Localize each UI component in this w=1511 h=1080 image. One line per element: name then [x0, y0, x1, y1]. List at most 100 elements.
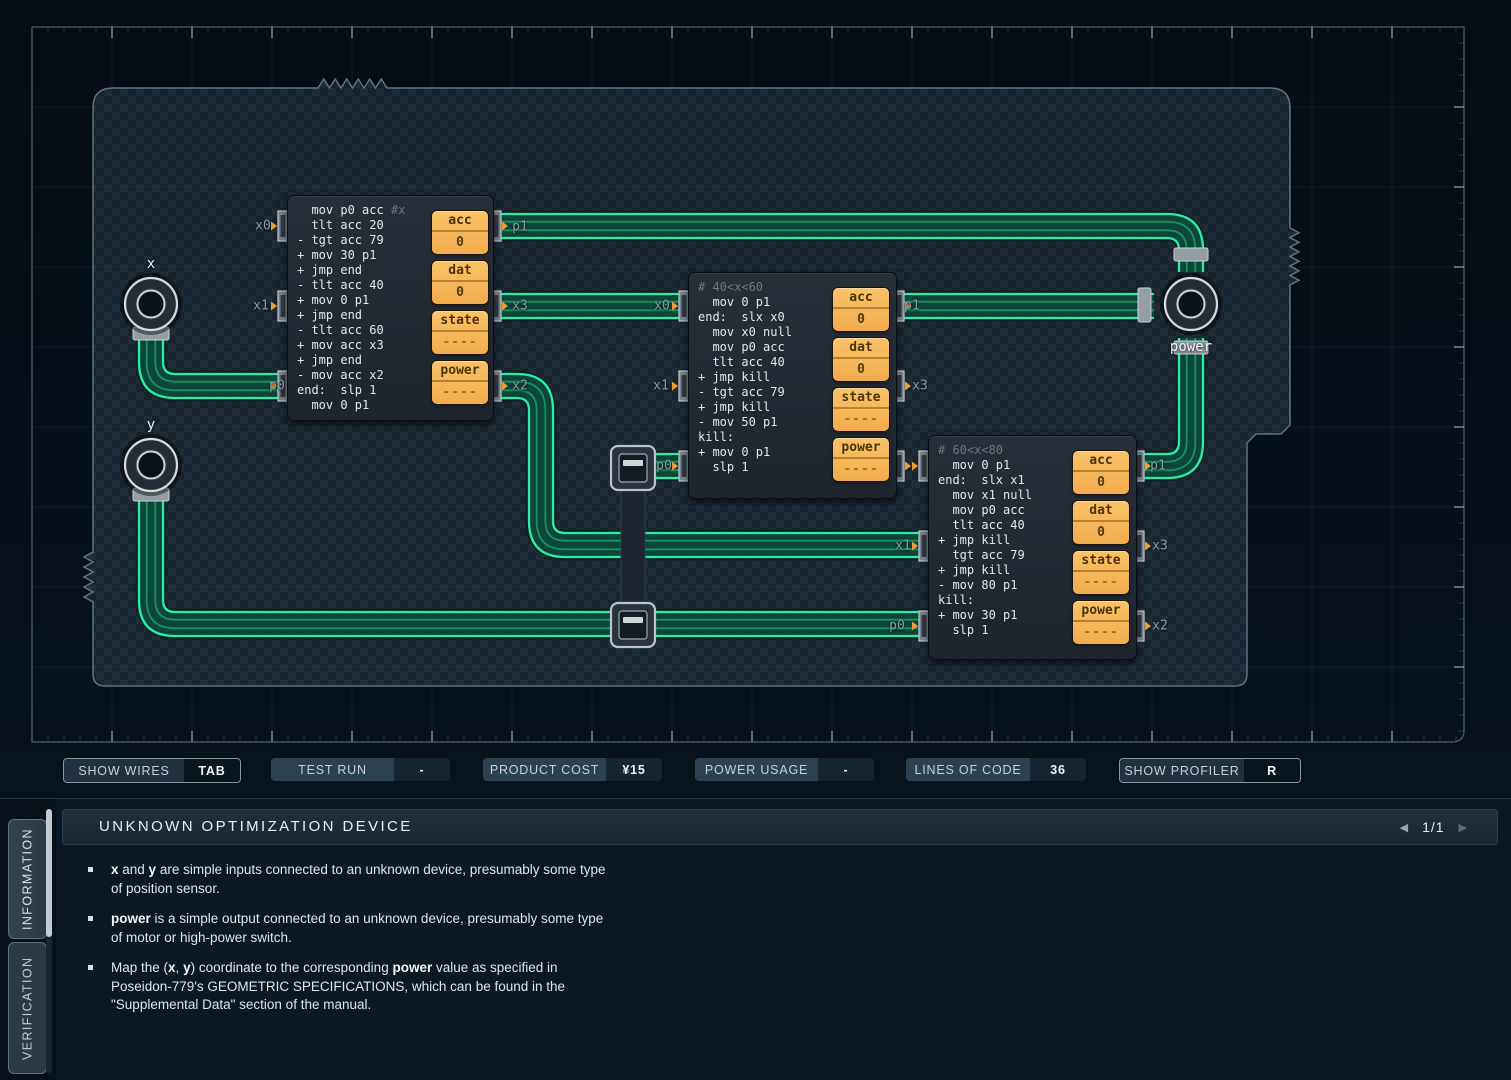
chip-pin-slot [897, 375, 902, 397]
register-value: ---- [1073, 622, 1129, 643]
pin-label: p0 [269, 379, 285, 394]
panel-titlebar: UNKNOWN OPTIMIZATION DEVICE ◀ 1/1 ▶ [62, 809, 1498, 845]
wire-bridge-cap-inner [619, 611, 647, 639]
microcontroller-chip-2[interactable]: # 40<x<60 mov 0 p1 end: slx x0 mov x0 nu… [688, 272, 897, 499]
register-value: 0 [833, 309, 889, 330]
register-dat: dat0 [1073, 501, 1129, 544]
tab-information[interactable]: INFORMATION [8, 819, 47, 939]
prev-page-icon[interactable]: ◀ [1400, 821, 1408, 834]
register-power: power---- [1073, 601, 1129, 644]
pin-label: x2 [512, 379, 528, 394]
page-pager: ◀ 1/1 ▶ [1400, 810, 1467, 844]
register-name: power [432, 361, 488, 382]
microcontroller-chip-3[interactable]: # 60<x<80 mov 0 p1 end: slx x1 mov x1 nu… [928, 435, 1137, 660]
output-pad-power-hole [1178, 291, 1205, 318]
chip-pin-slot [1137, 455, 1142, 477]
register-value: ---- [1073, 572, 1129, 593]
input-pad-y-label: y [147, 417, 155, 433]
pin-label: p0 [889, 619, 905, 634]
show-profiler-button[interactable]: SHOW PROFILER R [1119, 758, 1301, 783]
wire-bridge-cap-inner [619, 454, 647, 482]
register-value: 0 [1073, 522, 1129, 543]
register-name: power [1073, 601, 1129, 622]
register-dat: dat0 [833, 338, 889, 381]
pin-label: x0 [654, 299, 670, 314]
page-count: 1/1 [1422, 819, 1444, 835]
output-pad-power-label: power [1170, 339, 1212, 355]
chip-pin-slot [922, 535, 927, 557]
chip-pin-slot [682, 375, 687, 397]
chip-registers: acc0dat0state----power---- [288, 196, 493, 420]
chip-pin-slot [897, 455, 902, 477]
register-name: dat [1073, 501, 1129, 522]
chip-pin-slot [682, 295, 687, 317]
bullet-list: x and y are simple inputs connected to a… [88, 861, 668, 1027]
register-value: ---- [432, 382, 488, 403]
chip-pin-slot [922, 455, 927, 477]
bullet-marker-icon [88, 916, 93, 921]
register-name: dat [432, 261, 488, 282]
register-power: power---- [833, 438, 889, 481]
register-name: acc [432, 211, 488, 232]
register-name: acc [1073, 451, 1129, 472]
register-name: acc [833, 288, 889, 309]
chip-pin-slot [922, 615, 927, 637]
chip-pin-slot [1137, 615, 1142, 637]
pin-label: p1 [1150, 459, 1166, 474]
chip-registers: acc0dat0state----power---- [689, 273, 896, 498]
pin-label: x2 [1152, 619, 1168, 634]
pin-label: x3 [1152, 539, 1168, 554]
chip-registers: acc0dat0state----power---- [929, 436, 1136, 659]
register-value: 0 [432, 232, 488, 253]
register-state: state---- [833, 388, 889, 431]
register-value: ---- [833, 409, 889, 430]
register-state: state---- [432, 311, 488, 354]
pad-connector [1174, 248, 1208, 261]
register-name: state [432, 311, 488, 332]
register-value: 0 [833, 359, 889, 380]
pad-connector [1138, 288, 1151, 322]
register-value: 0 [1073, 472, 1129, 493]
register-acc: acc0 [1073, 451, 1129, 494]
next-page-icon[interactable]: ▶ [1459, 821, 1467, 834]
chip-pin-slot [897, 295, 902, 317]
pin-label: x1 [253, 299, 269, 314]
pin-label: p0 [656, 459, 672, 474]
page-title: UNKNOWN OPTIMIZATION DEVICE [99, 810, 413, 844]
status-toolbar: SHOW WIRES TAB TEST RUN - PRODUCT COST ¥… [0, 758, 1511, 782]
show-wires-button[interactable]: SHOW WIRES TAB [63, 758, 241, 783]
lines-of-code-indicator: LINES OF CODE 36 [906, 758, 1086, 781]
register-value: ---- [432, 332, 488, 353]
test-run-button[interactable]: TEST RUN - [271, 758, 450, 781]
shenzhen-io-screen: mov p0 acc #x tlt acc 20 - tgt acc 79 + … [0, 0, 1511, 1080]
register-name: state [833, 388, 889, 409]
register-dat: dat0 [432, 261, 488, 304]
register-name: state [1073, 551, 1129, 572]
info-panel: INFORMATION VERIFICATION UNKNOWN OPTIMIZ… [0, 798, 1511, 1080]
register-acc: acc0 [432, 211, 488, 254]
product-cost-indicator: PRODUCT COST ¥15 [483, 758, 662, 781]
bullet-marker-icon [88, 965, 93, 970]
bullet-item: Map the (x, y) coordinate to the corresp… [88, 959, 668, 1015]
pin-label: x1 [895, 539, 911, 554]
wire-bridge-clip [623, 617, 643, 623]
wire-bridge-clip [623, 460, 643, 466]
chip-pin-slot [281, 215, 286, 237]
input-pad-x-label: x [147, 256, 155, 272]
register-name: dat [833, 338, 889, 359]
chip-pin-slot [682, 455, 687, 477]
pin-label: x1 [653, 379, 669, 394]
register-value: ---- [833, 459, 889, 480]
bullet-marker-icon [88, 867, 93, 872]
register-power: power---- [432, 361, 488, 404]
chip-pin-slot [494, 375, 499, 397]
input-pad-x-hole [138, 291, 165, 318]
tab-verification[interactable]: VERIFICATION [8, 942, 47, 1074]
pin-label: x3 [912, 379, 928, 394]
pin-label: x0 [255, 219, 271, 234]
panel-scrollbar-thumb[interactable] [46, 809, 52, 937]
chip-pin-slot [494, 295, 499, 317]
microcontroller-chip-1[interactable]: mov p0 acc #x tlt acc 20 - tgt acc 79 + … [287, 195, 494, 421]
register-name: power [833, 438, 889, 459]
power-usage-indicator: POWER USAGE - [695, 758, 874, 781]
